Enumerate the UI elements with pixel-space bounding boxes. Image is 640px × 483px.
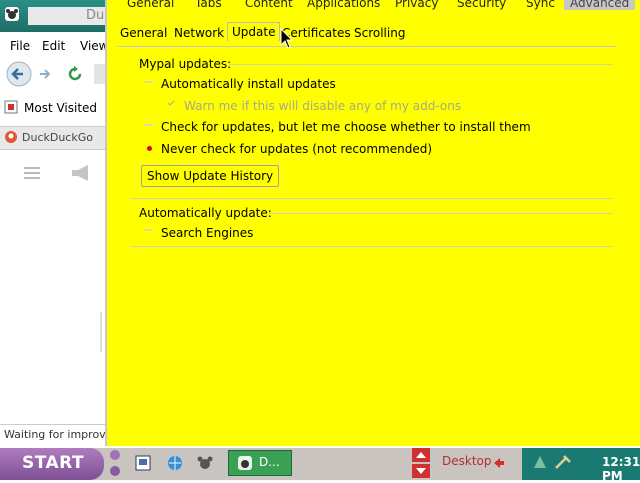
quicklaunch-bottom-icon[interactable]	[108, 464, 122, 478]
option-warn-addons[interactable]: Warn me if this will disable any of my a…	[184, 99, 461, 113]
main-tab-security[interactable]: Security	[457, 0, 506, 10]
page-toolbar	[0, 160, 110, 188]
group-divider	[269, 213, 613, 214]
browser-menubar: File Edit View	[0, 36, 110, 56]
radio-auto-install[interactable]	[145, 81, 153, 83]
sub-tab-general[interactable]: General	[120, 26, 167, 40]
scrollbar[interactable]	[100, 312, 102, 352]
most-visited-icon	[4, 100, 18, 114]
browser-window: Du File Edit View Most Visited DuckDuckG…	[0, 0, 110, 448]
option-auto-install[interactable]: Automatically install updates	[161, 77, 336, 91]
main-tab-sync[interactable]: Sync	[526, 0, 555, 10]
mypal-launcher-icon[interactable]	[196, 454, 214, 472]
browser-tab-title: DuckDuckGo	[22, 131, 93, 144]
radio-check-choose[interactable]	[145, 124, 153, 126]
file-manager-icon[interactable]	[134, 454, 152, 472]
main-tab-applications[interactable]: Applications	[307, 0, 380, 10]
back-arrow-icon[interactable]	[6, 61, 32, 87]
taskbar-window-label: D...	[259, 455, 280, 469]
clock: 12:31 PM	[602, 455, 640, 483]
main-tab-tabs[interactable]: Tabs	[195, 0, 222, 10]
browser-title: Du	[28, 7, 108, 25]
search-engines-checkbox[interactable]	[145, 229, 153, 231]
hamburger-menu-icon[interactable]	[24, 166, 40, 180]
advanced-sub-tabs: General Network Update Certificates Scro…	[107, 22, 640, 46]
mouse-cursor-icon	[280, 28, 294, 49]
tab-separator	[117, 46, 617, 47]
option-check-choose[interactable]: Check for updates, but let me choose whe…	[161, 120, 531, 134]
taskbar-window-button[interactable]: D...	[228, 450, 292, 476]
start-button[interactable]: START	[0, 448, 104, 480]
sub-tab-network[interactable]: Network	[174, 26, 224, 40]
warn-addons-checkbox[interactable]	[167, 100, 175, 106]
system-tray: 12:31 PM	[522, 448, 640, 483]
preferences-main-tabs: General Tabs Content Applications Privac…	[107, 0, 640, 10]
option-search-engines[interactable]: Search Engines	[161, 226, 253, 240]
main-tab-content[interactable]: Content	[245, 0, 293, 10]
main-tab-general[interactable]: General	[127, 0, 174, 10]
start-label: START	[22, 453, 85, 473]
section-divider	[131, 198, 613, 199]
browser-navbar	[0, 58, 110, 88]
duckduckgo-icon	[5, 131, 17, 143]
forward-arrow-icon[interactable]	[38, 67, 52, 81]
menu-file[interactable]: File	[10, 39, 30, 53]
mypal-paw-icon	[5, 7, 19, 21]
mypal-updates-label: Mypal updates:	[139, 57, 232, 71]
mypal-paw-icon	[238, 456, 252, 470]
show-desktop-arrow-icon[interactable]	[492, 456, 506, 470]
radio-never-check[interactable]	[147, 146, 152, 151]
bookmark-most-visited[interactable]: Most Visited	[24, 101, 97, 115]
bookmarks-toolbar: Most Visited	[0, 98, 110, 118]
auto-update-label: Automatically update:	[139, 206, 272, 220]
menu-edit[interactable]: Edit	[42, 39, 65, 53]
sub-tab-scrolling[interactable]: Scrolling	[354, 26, 405, 40]
group-divider	[229, 64, 613, 65]
group-divider	[131, 246, 613, 247]
browser-titlebar[interactable]: Du	[0, 0, 110, 32]
globe-icon[interactable]	[166, 454, 184, 472]
preferences-dialog: General Tabs Content Applications Privac…	[105, 0, 640, 446]
scroll-down-icon[interactable]	[412, 464, 430, 478]
network-icon[interactable]	[532, 454, 548, 470]
browser-tab[interactable]: DuckDuckGo	[0, 126, 110, 150]
main-tab-advanced[interactable]: Advanced	[564, 0, 636, 10]
quicklaunch-top-icon[interactable]	[108, 448, 122, 462]
megaphone-icon[interactable]	[70, 164, 94, 182]
desktop-label[interactable]: Desktop	[442, 454, 492, 468]
main-tab-privacy[interactable]: Privacy	[395, 0, 438, 10]
sub-tab-update[interactable]: Update	[227, 22, 281, 41]
show-update-history-button[interactable]: Show Update History	[141, 165, 280, 187]
taskbar: START D... Desktop 12:31 PM	[0, 448, 640, 483]
reload-icon[interactable]	[66, 65, 84, 83]
option-never-check[interactable]: Never check for updates (not recommended…	[161, 142, 432, 156]
browser-status-bar: Waiting for improv	[0, 424, 110, 444]
tools-icon[interactable]	[554, 454, 572, 470]
scroll-up-icon[interactable]	[412, 448, 430, 462]
